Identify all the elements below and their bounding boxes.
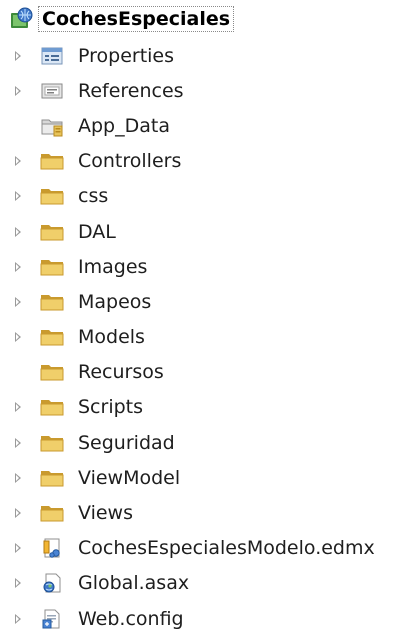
tree-item-app-data[interactable]: App_Data [0, 108, 412, 143]
tree-item-label: Web.config [78, 607, 184, 630]
expand-arrow-icon[interactable] [15, 156, 21, 167]
folder-icon [40, 294, 64, 311]
special-folder-icon [41, 119, 63, 137]
tree-item-global-asax[interactable]: Global.asax [0, 566, 412, 601]
solution-explorer-tree: CochesEspeciales Properties References A… [0, 0, 412, 636]
tree-item-label: Seguridad [78, 431, 175, 454]
folder-icon [40, 400, 64, 416]
expand-arrow-icon[interactable] [15, 472, 21, 483]
tree-item-properties[interactable]: Properties [0, 38, 412, 73]
config-file-icon [42, 609, 60, 629]
tree-item-label: ViewModel [78, 466, 181, 489]
tree-item-models[interactable]: Models [0, 320, 412, 355]
expand-arrow-icon[interactable] [15, 578, 21, 589]
folder-icon [40, 189, 64, 205]
references-icon [41, 83, 63, 99]
tree-item-label: Recursos [78, 361, 164, 384]
project-label: CochesEspeciales [38, 6, 235, 32]
expand-arrow-icon[interactable] [15, 332, 21, 343]
tree-item-label: App_Data [78, 114, 170, 137]
tree-item-label: css [78, 185, 109, 208]
tree-item-dal[interactable]: DAL [0, 214, 412, 249]
expand-arrow-icon[interactable] [15, 191, 21, 202]
tree-item-label: Models [78, 326, 145, 349]
folder-icon [40, 259, 64, 276]
tree-item-label: Mapeos [78, 290, 152, 313]
tree-item-css[interactable]: css [0, 179, 412, 214]
tree-item-label: References [78, 79, 184, 102]
expand-arrow-icon[interactable] [15, 226, 21, 237]
web-project-icon [11, 7, 33, 28]
tree-item-label: Scripts [78, 396, 144, 419]
tree-item-viewmodel[interactable]: ViewModel [0, 460, 412, 495]
properties-icon [41, 47, 63, 65]
tree-item-recursos[interactable]: Recursos [0, 355, 412, 390]
folder-icon [40, 365, 64, 381]
expand-arrow-icon[interactable] [15, 261, 21, 272]
expand-arrow-icon[interactable] [15, 437, 21, 448]
folder-icon [40, 154, 64, 170]
expand-arrow-icon[interactable] [15, 613, 21, 624]
expand-arrow-icon[interactable] [15, 402, 21, 413]
tree-item-scripts[interactable]: Scripts [0, 390, 412, 425]
tree-item-label: Views [78, 502, 133, 525]
expand-arrow-icon[interactable] [15, 508, 21, 519]
folder-icon [40, 224, 64, 241]
tree-item-references[interactable]: References [0, 73, 412, 108]
expand-arrow-icon[interactable] [15, 543, 21, 554]
folder-icon [40, 435, 64, 452]
folder-icon [40, 470, 64, 487]
tree-item-label: Properties [78, 44, 175, 67]
folder-icon [40, 506, 64, 522]
project-node[interactable]: CochesEspeciales [0, 0, 412, 38]
tree-item-controllers[interactable]: Controllers [0, 144, 412, 179]
tree-item-seguridad[interactable]: Seguridad [0, 425, 412, 460]
tree-item-edmx[interactable]: CochesEspecialesModelo.edmx [0, 531, 412, 566]
expand-arrow-icon[interactable] [15, 296, 21, 307]
tree-item-label: Images [78, 255, 148, 278]
tree-item-images[interactable]: Images [0, 249, 412, 284]
folder-icon [40, 330, 64, 346]
tree-item-label: DAL [78, 220, 116, 243]
tree-item-label: Global.asax [78, 572, 190, 595]
tree-item-label: Controllers [78, 150, 182, 173]
tree-item-views[interactable]: Views [0, 495, 412, 530]
expand-arrow-icon[interactable] [15, 85, 21, 96]
edmx-file-icon [43, 538, 60, 558]
global-asax-icon [43, 573, 61, 593]
expand-arrow-icon[interactable] [15, 50, 21, 61]
tree-item-web-config[interactable]: Web.config [0, 601, 412, 636]
tree-item-label: CochesEspecialesModelo.edmx [78, 537, 375, 560]
tree-item-mapeos[interactable]: Mapeos [0, 284, 412, 319]
